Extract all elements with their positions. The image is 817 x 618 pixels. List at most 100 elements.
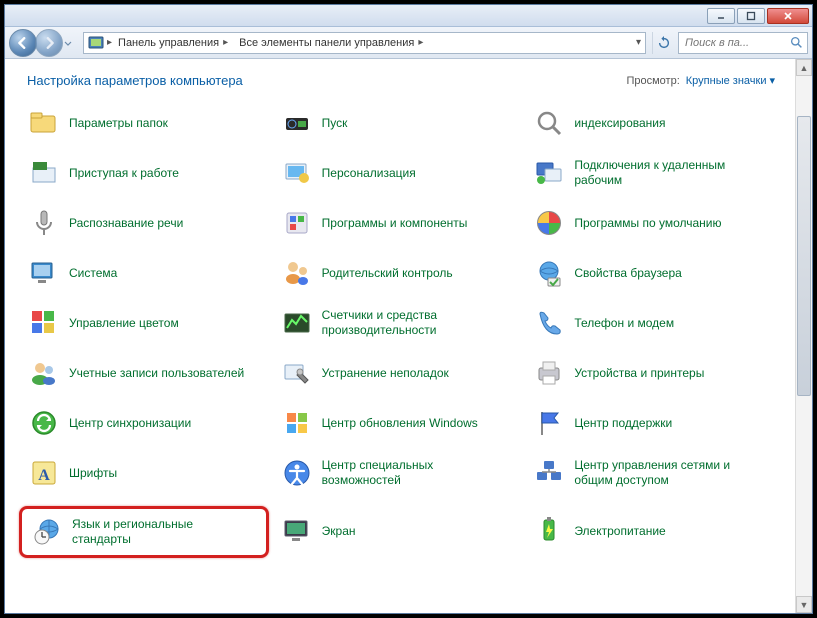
defaults-icon [532,206,566,240]
item-label: Параметры папок [69,116,168,131]
item-sync-center[interactable]: Центр синхронизации [27,404,280,442]
item-performance[interactable]: Счетчики и средства производительности [280,304,533,342]
parental-icon [280,256,314,290]
item-label: Персонализация [322,166,416,181]
item-label: Экран [322,524,356,539]
item-internet-options[interactable]: Свойства браузера [532,254,785,292]
item-label: Устранение неполадок [322,366,449,381]
item-folder-options[interactable]: Параметры папок [27,104,280,142]
sync-icon [27,406,61,440]
network-icon [532,456,566,490]
scroll-up-button[interactable]: ▲ [796,59,812,76]
forward-button[interactable] [35,29,63,57]
item-label: Распознавание речи [69,216,183,231]
scroll-track[interactable] [796,76,812,596]
item-label: Система [69,266,117,281]
start-icon [280,106,314,140]
close-button[interactable] [767,8,809,24]
globe-clock-icon [30,515,64,549]
breadcrumb-segment-1[interactable]: Все элементы панели управления ▸ [233,33,428,53]
item-system[interactable]: Система [27,254,280,292]
phone-icon [532,306,566,340]
item-network-sharing[interactable]: Центр управления сетями и общим доступом [532,454,785,492]
view-by-dropdown[interactable]: Крупные значки ▾ [686,74,775,87]
item-label: Свойства браузера [574,266,682,281]
search-box[interactable] [678,32,808,54]
item-indexing[interactable]: индексирования [532,104,785,142]
item-label: Приступая к работе [69,166,179,181]
item-troubleshooting[interactable]: Устранение неполадок [280,354,533,392]
color-icon [27,306,61,340]
performance-icon [280,306,314,340]
item-display[interactable]: Экран [280,504,533,558]
item-label: Телефон и модем [574,316,674,331]
item-color-management[interactable]: Управление цветом [27,304,280,342]
flag2-icon [532,406,566,440]
troubleshoot-icon [280,356,314,390]
item-personalization[interactable]: Персонализация [280,154,533,192]
windows-update-icon [280,406,314,440]
power-icon [532,514,566,548]
breadcrumb-segment-0[interactable]: Панель управления ▸ [112,33,233,53]
history-dropdown-icon[interactable] [63,32,73,54]
flag-icon [27,156,61,190]
item-region-language[interactable]: Язык и региональные стандарты [19,506,269,558]
item-label: Центр специальных возможностей [322,458,502,488]
item-action-center[interactable]: Центр поддержки [532,404,785,442]
chevron-down-icon[interactable]: ▾ [636,37,645,48]
item-label: Центр управления сетями и общим доступом [574,458,754,488]
search-input[interactable] [683,36,787,50]
fonts-icon: A [27,456,61,490]
minimize-button[interactable] [707,8,735,24]
titlebar [5,5,812,27]
programs-icon [280,206,314,240]
refresh-button[interactable] [652,32,674,54]
search-icon [790,36,803,49]
display-icon [280,514,314,548]
item-label: Пуск [322,116,348,131]
svg-text:A: A [38,467,50,484]
control-panel-window: ▸ Панель управления ▸ Все элементы панел… [4,4,813,614]
address-bar: ▸ Панель управления ▸ Все элементы панел… [5,27,812,59]
view-by-label: Просмотр: [626,75,679,87]
item-windows-update[interactable]: Центр обновления Windows [280,404,533,442]
scroll-down-button[interactable]: ▼ [796,596,812,613]
microphone-icon [27,206,61,240]
items-grid: Параметры папок Пуск индексирования Приступ… [27,104,785,558]
printer-icon [532,356,566,390]
item-label: Программы и компоненты [322,216,468,231]
chevron-right-icon: ▸ [418,37,423,48]
item-ease-of-access[interactable]: Центр специальных возможностей [280,454,533,492]
view-by-value: Крупные значки [686,75,767,87]
item-programs-features[interactable]: Программы и компоненты [280,204,533,242]
item-parental-controls[interactable]: Родительский контроль [280,254,533,292]
item-label: Управление цветом [69,316,179,331]
item-phone-modem[interactable]: Телефон и модем [532,304,785,342]
breadcrumb[interactable]: ▸ Панель управления ▸ Все элементы панел… [83,32,646,54]
item-start[interactable]: Пуск [280,104,533,142]
item-remote-desktop[interactable]: Подключения к удаленным рабочим [532,154,785,192]
item-user-accounts[interactable]: Учетные записи пользователей [27,354,280,392]
item-label: Подключения к удаленным рабочим [574,158,754,188]
item-power-options[interactable]: Электропитание [532,504,785,558]
control-panel-icon [87,34,105,52]
item-getting-started[interactable]: Приступая к работе [27,154,280,192]
item-label: Учетные записи пользователей [69,366,244,381]
remote-icon [532,156,566,190]
item-speech-recognition[interactable]: Распознавание речи [27,204,280,242]
indexing-icon [532,106,566,140]
item-default-programs[interactable]: Программы по умолчанию [532,204,785,242]
content-area: Настройка параметров компьютера Просмотр… [5,59,795,613]
item-fonts[interactable]: AШрифты [27,454,280,492]
scroll-thumb[interactable] [797,116,811,396]
vertical-scrollbar[interactable]: ▲ ▼ [795,59,812,613]
maximize-button[interactable] [737,8,765,24]
users-icon [27,356,61,390]
item-label: Электропитание [574,524,665,539]
page-title: Настройка параметров компьютера [27,73,243,88]
item-label: Счетчики и средства производительности [322,308,502,338]
breadcrumb-label-0: Панель управления [118,37,219,49]
back-button[interactable] [9,29,37,57]
folder-icon [27,106,61,140]
item-devices-printers[interactable]: Устройства и принтеры [532,354,785,392]
